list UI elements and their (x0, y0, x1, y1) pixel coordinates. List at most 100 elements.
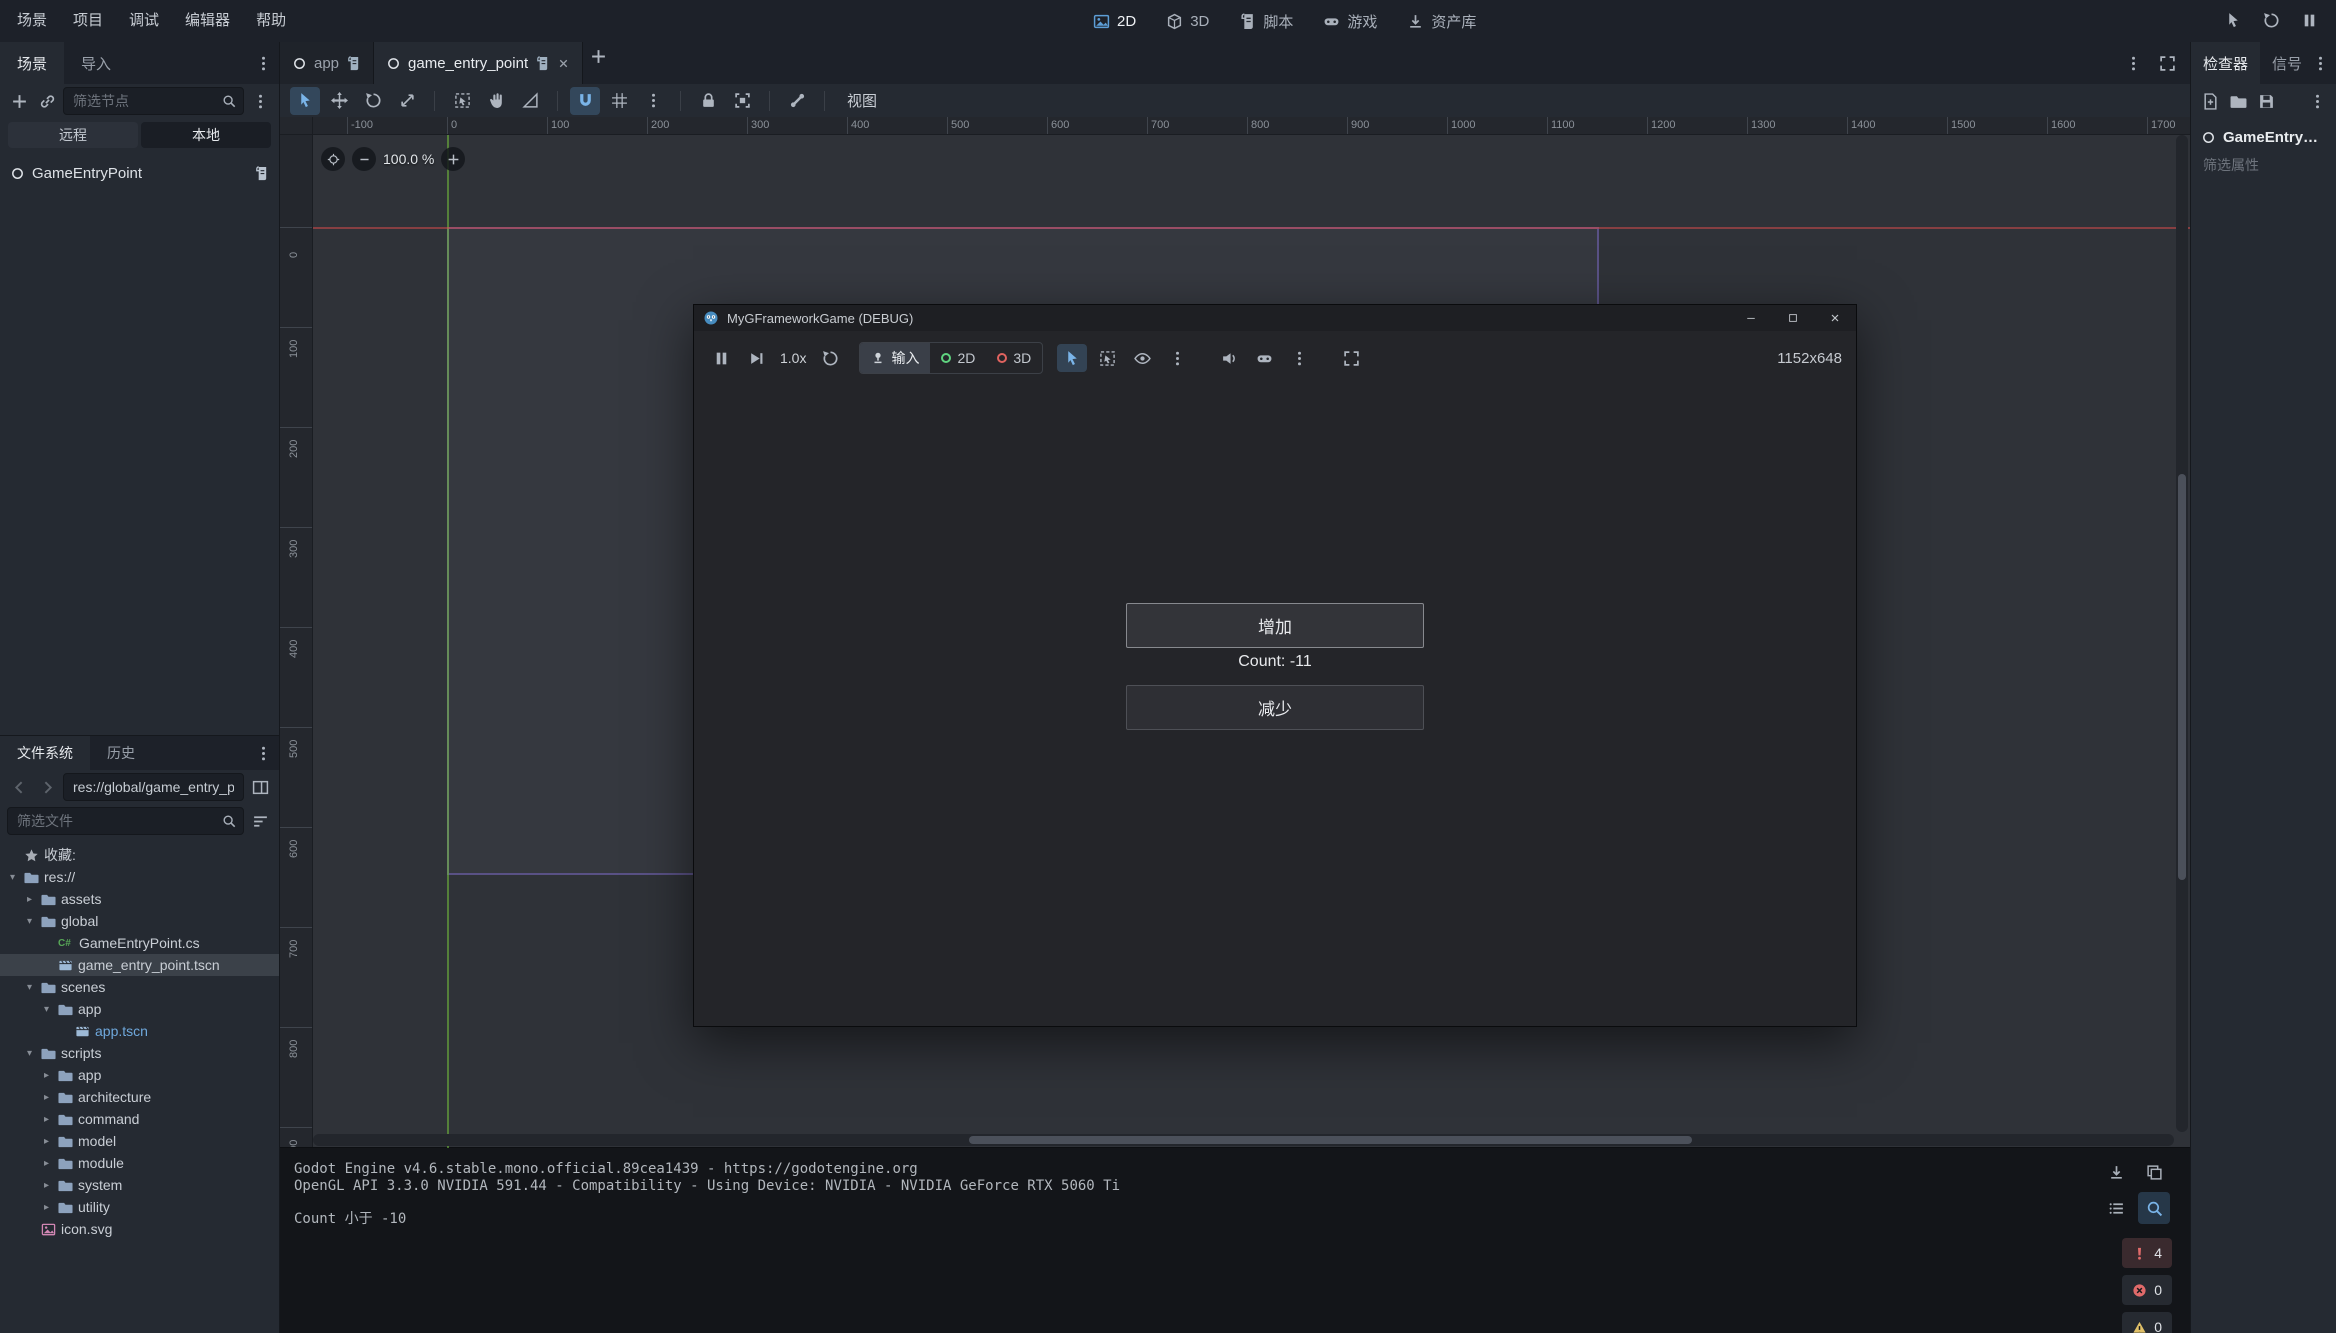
scale-tool[interactable] (392, 87, 422, 115)
tree-arrow-icon[interactable]: ▾ (23, 1048, 36, 1059)
close-button[interactable] (1814, 305, 1856, 331)
filesystem-options-button[interactable] (251, 741, 275, 765)
list-select-tool[interactable] (447, 87, 477, 115)
zoom-level-label[interactable]: 100.0 % (383, 151, 434, 167)
menu-editor[interactable]: 编辑器 (172, 0, 243, 42)
smart-snap-toggle[interactable] (570, 87, 600, 115)
fs-item-icon-svg[interactable]: icon.svg (0, 1218, 279, 1240)
game-window-titlebar[interactable]: MyGFrameworkGame (DEBUG) (694, 305, 1856, 331)
menu-debug[interactable]: 调试 (116, 0, 172, 42)
debug-pick-button[interactable] (2218, 6, 2248, 34)
workspace-assetlib[interactable]: 资产库 (1396, 7, 1487, 36)
workspace-3d[interactable]: 3D (1155, 9, 1220, 34)
new-resource-button[interactable] (2198, 89, 2222, 113)
menu-project[interactable]: 项目 (60, 0, 116, 42)
fs-item-architecture[interactable]: ▸architecture (0, 1086, 279, 1108)
scene-dock-options-button[interactable] (251, 51, 275, 75)
dock-tab-import[interactable]: 导入 (64, 42, 128, 84)
decrease-button[interactable]: 减少 (1126, 685, 1424, 730)
workspace-game[interactable]: 游戏 (1312, 7, 1388, 36)
center-view-button[interactable] (321, 147, 345, 171)
debugger-errors-badge[interactable]: 4 (2122, 1238, 2172, 1268)
input-mode-button[interactable]: 输入 (860, 343, 930, 373)
dock-tab-filesystem[interactable]: 文件系统 (0, 736, 90, 770)
horizontal-scrollbar-handle[interactable] (969, 1136, 1692, 1144)
pan-tool[interactable] (481, 87, 511, 115)
scene-dock-menu-button[interactable] (248, 89, 272, 113)
scene-tab-list-button[interactable] (2118, 49, 2148, 77)
minimize-button[interactable] (1730, 305, 1772, 331)
fs-item-command[interactable]: ▸command (0, 1108, 279, 1130)
tree-arrow-icon[interactable]: ▸ (40, 1180, 53, 1191)
history-forward-button[interactable] (35, 775, 59, 799)
mode-3d-button[interactable]: 3D (986, 343, 1042, 373)
group-button[interactable] (727, 87, 757, 115)
dock-tab-signals[interactable]: 信号 (2260, 42, 2314, 84)
dock-tab-scene[interactable]: 场景 (0, 42, 64, 84)
game-window[interactable]: MyGFrameworkGame (DEBUG) 1.0x输入2D3D1152x… (693, 304, 1857, 1027)
tree-arrow-icon[interactable]: ▸ (40, 1114, 53, 1125)
fs-item-app-tscn[interactable]: app.tscn (0, 1020, 279, 1042)
scene-tree-node-gameentrypoint[interactable]: GameEntryPoint (0, 160, 279, 186)
fs-item-scripts[interactable]: ▾scripts (0, 1042, 279, 1064)
joypad-button[interactable] (1249, 344, 1279, 372)
rotate-tool[interactable] (358, 87, 388, 115)
increase-button[interactable]: 增加 (1126, 603, 1424, 648)
fullscreen-button[interactable] (1336, 344, 1366, 372)
tree-arrow-icon[interactable]: ▸ (40, 1070, 53, 1081)
scene-tab-app[interactable]: app (280, 42, 374, 84)
menu-scene[interactable]: 场景 (4, 0, 60, 42)
file-filter-input[interactable] (15, 812, 216, 830)
tree-arrow-icon[interactable]: ▾ (23, 982, 36, 993)
warning-count-badge[interactable]: 0 (2122, 1312, 2172, 1333)
toggle-split-mode-button[interactable] (248, 775, 272, 799)
tree-arrow-icon[interactable]: ▸ (40, 1202, 53, 1213)
fs-item-favorites[interactable]: 收藏: (0, 844, 279, 866)
tree-arrow-icon[interactable]: ▸ (40, 1136, 53, 1147)
tree-arrow-icon[interactable]: ▸ (40, 1092, 53, 1103)
vertical-scrollbar-handle[interactable] (2178, 474, 2186, 880)
tree-arrow-icon[interactable]: ▾ (23, 916, 36, 927)
error-count-badge[interactable]: 0 (2122, 1275, 2172, 1305)
subtab-local[interactable]: 本地 (141, 122, 271, 148)
search-output-button[interactable] (2138, 1192, 2170, 1224)
fs-item-global[interactable]: ▾global (0, 910, 279, 932)
reset-button[interactable] (815, 344, 845, 372)
fs-item-gameentrypoint-cs[interactable]: C#GameEntryPoint.cs (0, 932, 279, 954)
subtab-remote[interactable]: 远程 (8, 122, 138, 148)
fs-item-scripts-app[interactable]: ▸app (0, 1064, 279, 1086)
suspend-button[interactable] (706, 344, 736, 372)
inspector-extra-button[interactable] (2305, 89, 2329, 113)
copy-output-button[interactable] (2138, 1156, 2170, 1188)
fs-item-module[interactable]: ▸module (0, 1152, 279, 1174)
clear-output-button[interactable] (2100, 1156, 2132, 1188)
script-attached-icon[interactable] (254, 166, 269, 181)
lock-button[interactable] (693, 87, 723, 115)
new-scene-tab-button[interactable] (583, 42, 613, 70)
visibility-button[interactable] (1127, 344, 1157, 372)
load-resource-button[interactable] (2226, 89, 2250, 113)
zoom-in-button[interactable] (441, 147, 465, 171)
maximize-button[interactable] (1772, 305, 1814, 331)
save-resource-button[interactable] (2254, 89, 2278, 113)
canvas[interactable]: 100.0 % MyGFrameworkGame (DEBUG) 1.0x输入2… (313, 135, 2190, 1148)
filter-messages-button[interactable] (2100, 1192, 2132, 1224)
add-node-button[interactable] (7, 89, 31, 113)
fs-item-game-entry-point-tscn[interactable]: game_entry_point.tscn (0, 954, 279, 976)
inspector-filter-input[interactable] (2201, 156, 2330, 174)
menu-help[interactable]: 帮助 (243, 0, 299, 42)
pause-game-button[interactable] (2294, 6, 2324, 34)
workspace-2d[interactable]: 2D (1082, 9, 1147, 34)
mute-audio-button[interactable] (1214, 344, 1244, 372)
path-input[interactable] (71, 778, 236, 796)
select-mode-button[interactable] (1057, 344, 1087, 372)
tree-arrow-icon[interactable]: ▸ (40, 1158, 53, 1169)
fs-item-assets[interactable]: ▸assets (0, 888, 279, 910)
grid-snap-toggle[interactable] (604, 87, 634, 115)
fs-item-scenes[interactable]: ▾scenes (0, 976, 279, 998)
close-tab-icon[interactable] (557, 57, 570, 70)
snap-options-button[interactable] (638, 87, 668, 115)
mode-2d-button[interactable]: 2D (930, 343, 986, 373)
fs-item-system[interactable]: ▸system (0, 1174, 279, 1196)
view-menu-button[interactable]: 视图 (837, 90, 887, 111)
